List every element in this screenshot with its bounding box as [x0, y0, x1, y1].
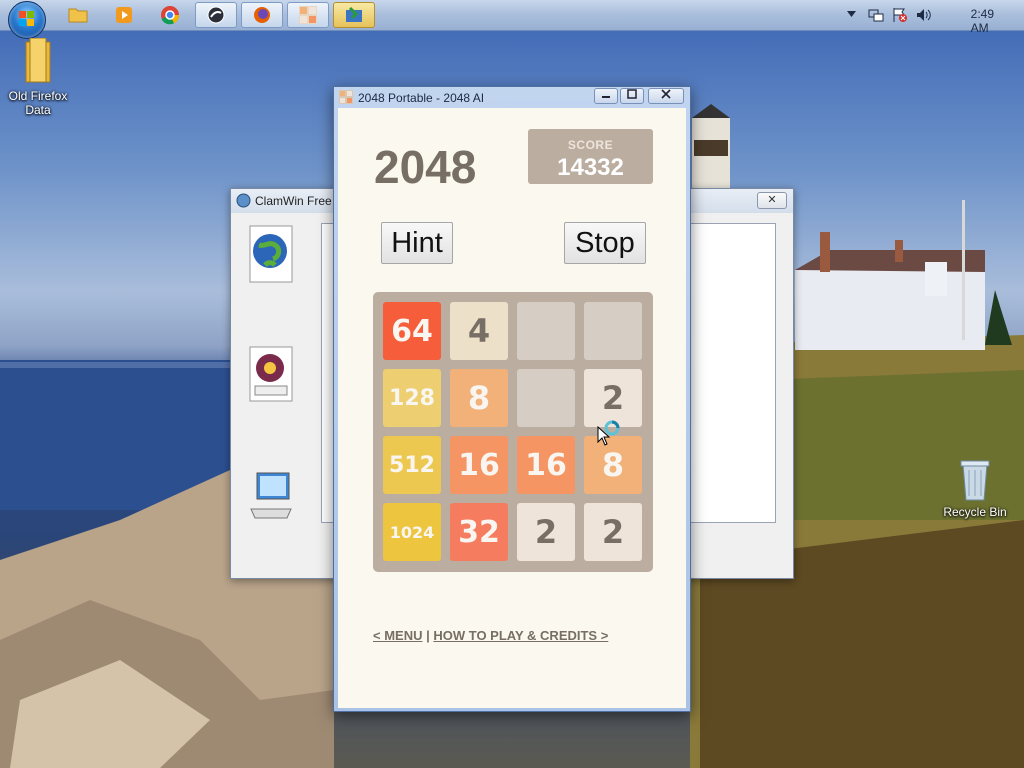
tile: 16	[450, 436, 508, 494]
busy-spinner-icon	[604, 420, 620, 436]
score-value: 14332	[557, 154, 624, 181]
minimize-button[interactable]	[594, 88, 618, 104]
menu-link[interactable]: < MENU	[373, 628, 422, 643]
taskbar-program-button[interactable]	[333, 2, 375, 28]
tile: 4	[450, 302, 508, 360]
game-window-title: 2048 Portable - 2048 AI	[358, 91, 485, 105]
folder-icon	[25, 37, 51, 83]
taskbar-media-player-button[interactable]	[103, 2, 145, 28]
empty-cell	[517, 302, 575, 360]
network-icon[interactable]	[868, 7, 884, 23]
tile: 512	[383, 436, 441, 494]
game-window-titlebar[interactable]: 2048 Portable - 2048 AI	[334, 87, 690, 108]
taskbar-firefox-button[interactable]	[241, 2, 283, 28]
program-icon	[346, 6, 362, 22]
close-icon	[661, 89, 671, 99]
taskbar: 2:49 AM	[0, 0, 1024, 39]
tile: 64	[383, 302, 441, 360]
clamwin-scan-internet-icon[interactable]	[249, 225, 293, 283]
tile: 128	[383, 369, 441, 427]
show-hidden-icons-icon[interactable]	[847, 11, 856, 17]
clamwin-close-button[interactable]: ✕	[757, 192, 787, 209]
game-content: 2048 SCORE 14332 Hint Stop 64 4 128 8 2 512 16…	[338, 108, 686, 708]
folder-icon	[68, 8, 88, 23]
tile: 2	[584, 369, 642, 427]
empty-cell	[584, 302, 642, 360]
tile: 8	[450, 369, 508, 427]
chrome-icon	[161, 6, 180, 25]
stop-button[interactable]: Stop	[564, 222, 646, 264]
desktop-icon-old-firefox-data[interactable]: Old Firefox Data	[0, 37, 78, 117]
recycle-bin-icon	[960, 460, 990, 501]
clamwin-computer-icon[interactable]	[249, 471, 293, 529]
app-icon	[207, 6, 225, 24]
how-to-play-credits-link[interactable]: HOW TO PLAY & CREDITS >	[433, 628, 608, 643]
volume-icon[interactable]	[916, 7, 932, 23]
taskbar-file-explorer-button[interactable]	[57, 2, 99, 28]
clamwin-title: ClamWin Free	[255, 194, 332, 208]
taskbar-chrome-button[interactable]	[149, 2, 191, 28]
desktop-icon-label-line2: Data	[25, 103, 51, 117]
tile: 32	[450, 503, 508, 561]
2048-app-icon	[339, 90, 353, 104]
desktop-icon-label: Recycle Bin	[943, 505, 1007, 519]
taskbar-browser-app-button[interactable]	[195, 2, 237, 28]
empty-cell	[517, 369, 575, 427]
start-button[interactable]	[8, 1, 46, 39]
footer-links: < MENU | HOW TO PLAY & CREDITS >	[373, 628, 608, 643]
footer-separator: |	[426, 628, 430, 643]
clamwin-virus-icon[interactable]	[249, 346, 293, 404]
close-button[interactable]	[648, 88, 684, 104]
desktop-icon-label-line1: Old Firefox	[8, 89, 68, 103]
tile: 2	[517, 503, 575, 561]
score-box: SCORE 14332	[528, 129, 653, 184]
tile: 1024	[383, 503, 441, 561]
maximize-button[interactable]	[620, 88, 644, 104]
clamwin-app-icon	[236, 193, 251, 208]
maximize-icon	[627, 89, 637, 99]
game-logo: 2048	[374, 141, 477, 193]
tile: 2	[584, 503, 642, 561]
hint-button[interactable]: Hint	[381, 222, 453, 264]
minimize-icon	[602, 96, 610, 98]
action-center-flag-icon[interactable]	[892, 7, 908, 23]
game-window[interactable]: 2048 Portable - 2048 AI 2048 SCORE 14332…	[333, 86, 691, 712]
tile: 8	[584, 436, 642, 494]
score-label: SCORE	[567, 138, 614, 152]
clock[interactable]: 2:49 AM	[971, 7, 994, 35]
firefox-icon	[254, 7, 270, 23]
windows-logo-icon	[19, 11, 34, 26]
desktop-icon-recycle-bin[interactable]: Recycle Bin	[935, 458, 1015, 519]
taskbar-2048-button[interactable]	[287, 2, 329, 28]
media-player-icon	[116, 7, 132, 23]
tile: 16	[517, 436, 575, 494]
grid-game-icon	[299, 6, 317, 24]
